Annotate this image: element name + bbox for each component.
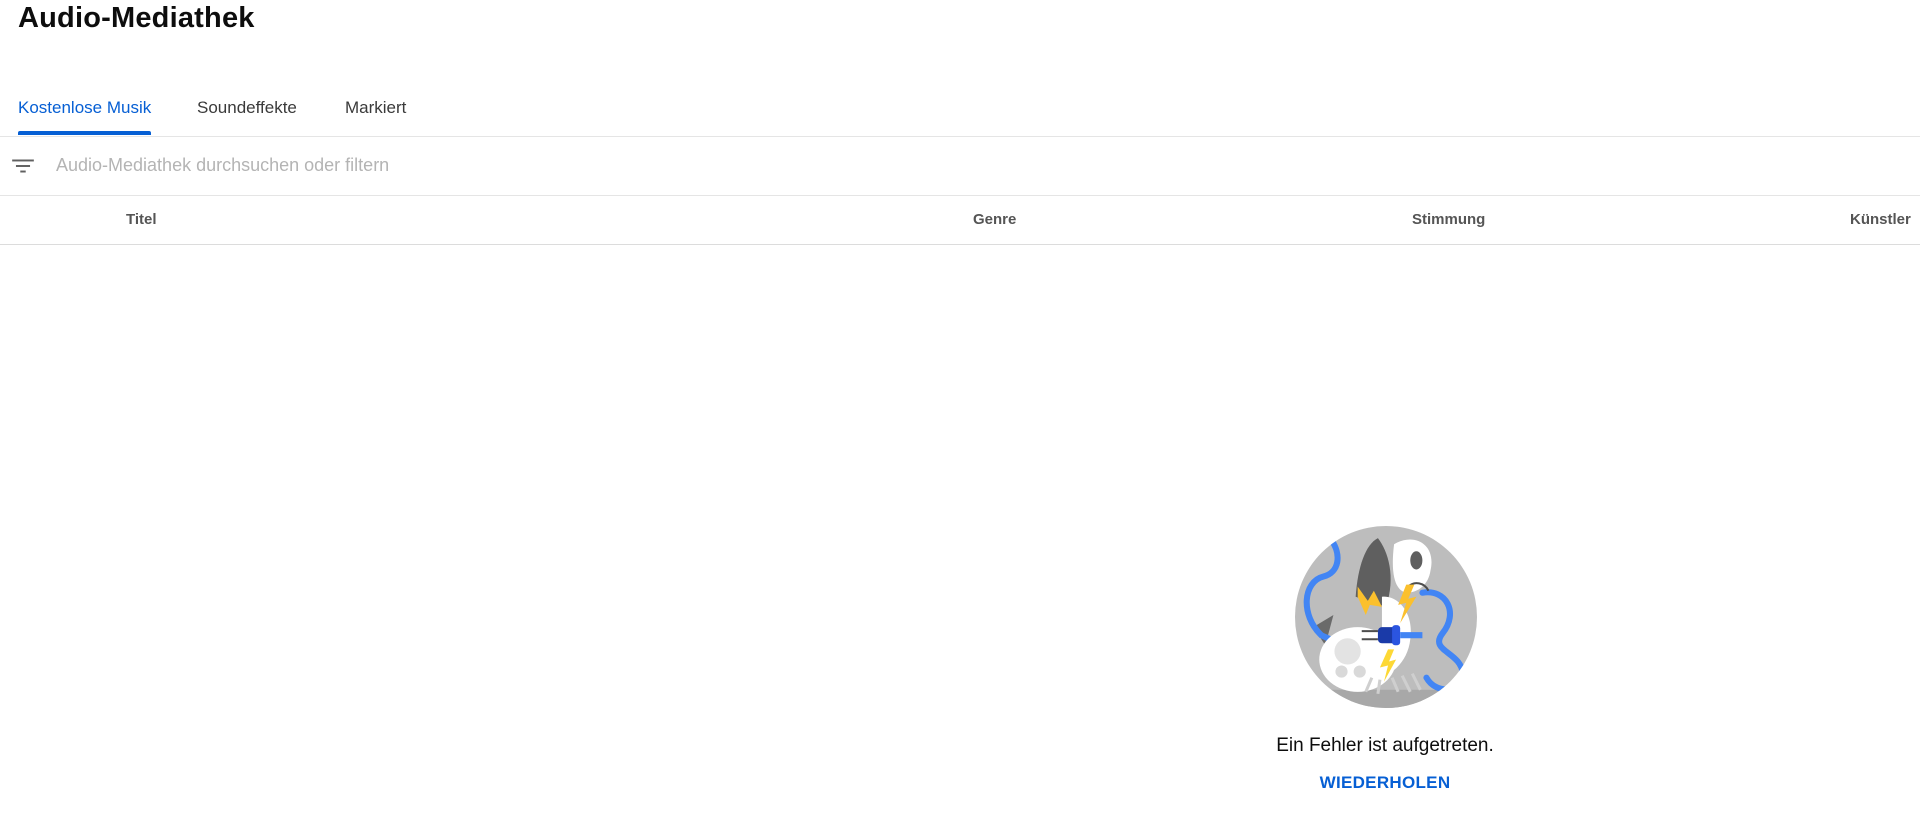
column-header-kuenstler[interactable]: Künstler bbox=[1850, 211, 1911, 228]
column-header-titel[interactable]: Titel bbox=[126, 211, 157, 228]
column-header-genre[interactable]: Genre bbox=[973, 211, 1016, 228]
page-title: Audio-Mediathek bbox=[18, 2, 255, 34]
filter-bar bbox=[0, 137, 1920, 196]
unplugged-robot-dog-illustration bbox=[1295, 526, 1477, 708]
retry-button[interactable]: WIEDERHOLEN bbox=[1285, 773, 1485, 797]
tab-markiert[interactable]: Markiert bbox=[345, 86, 406, 135]
column-header-stimmung[interactable]: Stimmung bbox=[1412, 211, 1485, 228]
tab-kostenlose-musik[interactable]: Kostenlose Musik bbox=[18, 86, 152, 135]
search-input[interactable] bbox=[56, 147, 1856, 183]
tab-soundeffekte[interactable]: Soundeffekte bbox=[197, 86, 297, 135]
table-header: Titel Genre Stimmung Künstler bbox=[0, 196, 1920, 245]
filter-icon[interactable] bbox=[10, 153, 36, 179]
tab-bar: Kostenlose Musik Soundeffekte Markiert bbox=[0, 86, 1920, 137]
error-message: Ein Fehler ist aufgetreten. bbox=[1276, 735, 1494, 756]
